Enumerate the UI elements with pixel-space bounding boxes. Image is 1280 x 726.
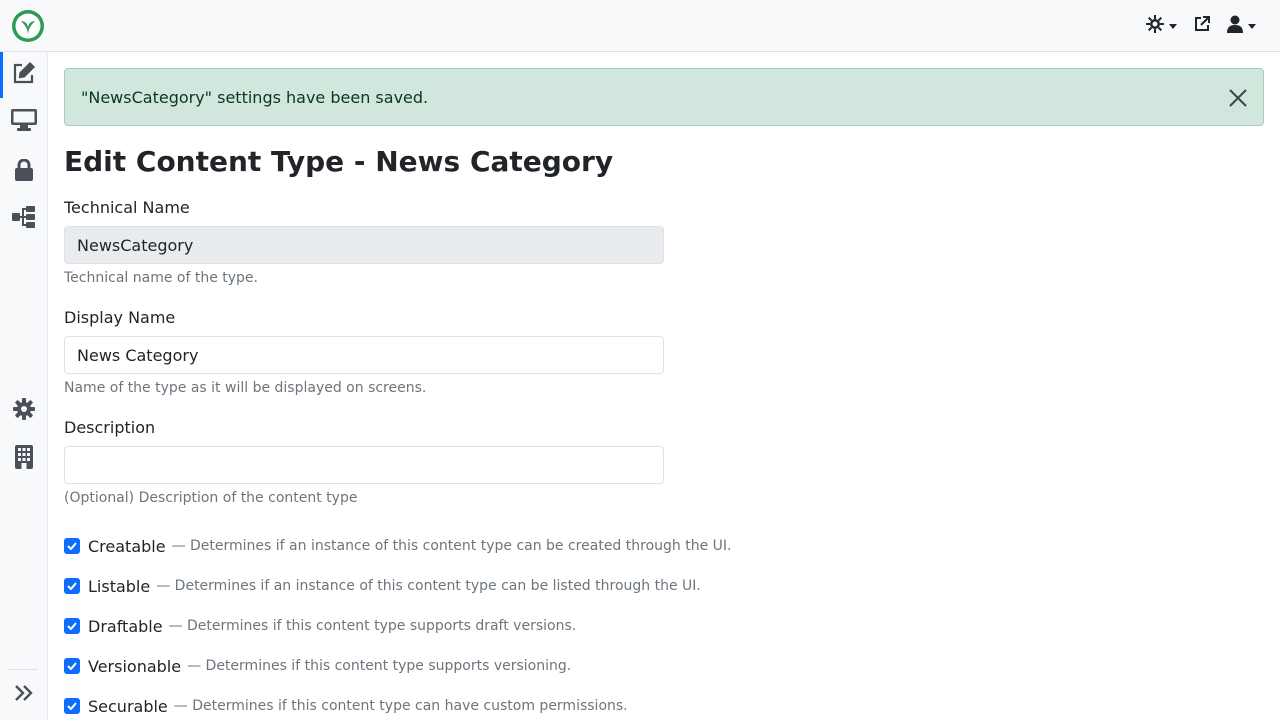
listable-checkbox[interactable] [64,578,80,594]
versionable-option: Versionable — Determines if this content… [64,646,1264,686]
sidebar-item-tenants[interactable] [0,436,48,482]
listable-option: Listable — Determines if an instance of … [64,566,1264,606]
creatable-option: Creatable — Determines if an instance of… [64,526,1264,566]
orchard-leaf-logo[interactable] [11,9,45,43]
alert-message: "NewsCategory" settings have been saved. [81,87,429,107]
sidebar-item-settings[interactable] [0,388,48,434]
technical-name-group: Technical Name Technical name of the typ… [64,198,664,288]
expand-sidebar-button[interactable] [0,672,48,718]
close-alert-button[interactable] [1227,87,1249,109]
display-name-help: Name of the type as it will be displayed… [64,380,427,396]
listable-label[interactable]: Listable [88,577,150,596]
description-help: (Optional) Description of the content ty… [64,490,358,506]
settings-icon [13,398,35,424]
sidebar-item-workflows[interactable] [0,196,48,242]
check-icon [67,582,77,590]
user-icon [1227,15,1243,37]
display-name-group: Display Name Name of the type as it will… [64,308,664,398]
left-sidebar [0,52,48,720]
top-navbar [0,0,1280,52]
technical-name-help: Technical name of the type. [64,270,258,286]
check-icon [67,662,77,670]
external-link-icon [1193,15,1211,37]
tree-icon [12,205,36,233]
display-name-label: Display Name [64,308,176,327]
security-icon [14,158,34,185]
description-input[interactable] [64,446,664,484]
versionable-checkbox[interactable] [64,658,80,674]
chevron-down-icon [1248,23,1256,29]
technical-name-label: Technical Name [64,198,190,217]
content-edit-icon [12,61,36,89]
securable-hint: — Determines if this content type can ha… [173,698,628,714]
page-title: Edit Content Type - News Category [64,145,614,178]
visit-site-button[interactable] [1185,0,1219,52]
theme-toggle-button[interactable] [1138,0,1185,52]
top-actions [1138,0,1280,52]
securable-label[interactable]: Securable [88,697,168,716]
check-icon [67,542,77,550]
creatable-label[interactable]: Creatable [88,537,166,556]
sidebar-item-design[interactable] [0,99,48,145]
versionable-label[interactable]: Versionable [88,657,181,676]
sidebar-item-security[interactable] [0,149,48,195]
technical-name-input[interactable] [64,226,664,264]
sidebar-item-content[interactable] [0,52,48,98]
draftable-label[interactable]: Draftable [88,617,163,636]
creatable-checkbox[interactable] [64,538,80,554]
draftable-hint: — Determines if this content type suppor… [168,618,577,634]
securable-option: Securable — Determines if this content t… [64,686,1264,726]
listable-hint: — Determines if an instance of this cont… [156,578,701,594]
draftable-option: Draftable — Determines if this content t… [64,606,1264,646]
display-name-input[interactable] [64,336,664,374]
chevron-down-icon [1169,23,1177,29]
description-group: Description (Optional) Description of th… [64,418,664,508]
content-type-options: Creatable — Determines if an instance of… [64,526,1264,726]
check-icon [67,622,77,630]
draftable-checkbox[interactable] [64,618,80,634]
sidebar-divider [8,669,38,670]
success-alert: "NewsCategory" settings have been saved. [64,68,1264,126]
creatable-hint: — Determines if an instance of this cont… [171,538,732,554]
tenants-icon [15,445,33,473]
main-content: "NewsCategory" settings have been saved.… [48,52,1280,720]
description-label: Description [64,418,156,437]
securable-checkbox[interactable] [64,698,80,714]
close-icon [1227,89,1249,113]
check-icon [67,702,77,710]
user-menu-button[interactable] [1219,0,1280,52]
theme-toggle-icon [1146,15,1164,37]
versionable-hint: — Determines if this content type suppor… [187,658,572,674]
design-icon [11,109,37,135]
expand-sidebar-icon [14,684,34,706]
